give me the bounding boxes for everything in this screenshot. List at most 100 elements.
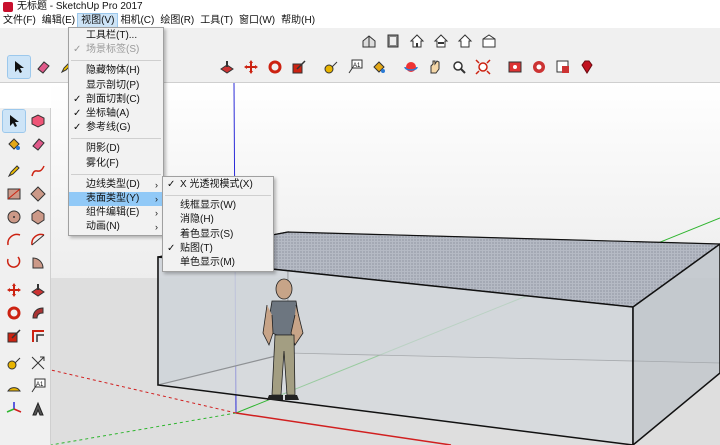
pie-icon[interactable] [27,252,49,274]
menu-item-animation[interactable]: 动画(N) › [69,220,163,234]
toolbar-gap [176,56,182,78]
polygon-icon[interactable] [27,206,49,228]
submenu-item-xray[interactable]: ✓ X 光透视模式(X) [163,178,273,192]
menu-item-label: 消隐(H) [180,214,214,226]
checkmark-icon: ✓ [167,242,176,254]
menu-file[interactable]: 文件(F) [0,14,39,28]
rectangle-icon[interactable] [3,183,25,205]
menu-item-label: 单色显示(M) [180,256,235,268]
scale-icon[interactable] [288,56,310,78]
three-point-arc-icon[interactable] [3,252,25,274]
menu-item-toolbars[interactable]: 工具栏(T)... [69,29,163,43]
menu-window[interactable]: 窗口(W) [236,14,278,28]
menu-item-hidden-geometry[interactable]: 隐藏物体(H) [69,64,163,78]
ruby-icon[interactable] [576,56,598,78]
paint-bucket-icon[interactable] [3,133,25,155]
push-pull-icon[interactable] [27,279,49,301]
menu-item-label: 组件编辑(E) [86,207,140,219]
front-view-icon[interactable] [406,30,428,52]
follow-me-icon[interactable] [27,302,49,324]
menu-item-label: 着色显示(S) [180,228,234,240]
menu-item-fog[interactable]: 雾化(F) [69,157,163,171]
text-icon[interactable]: A1 [344,56,366,78]
checkmark-icon: ✓ [73,122,82,134]
select-icon[interactable] [2,109,26,133]
rotate-icon[interactable] [264,56,286,78]
dimension-icon[interactable] [27,352,49,374]
zoom-icon[interactable] [448,56,470,78]
tape-measure-icon[interactable] [320,56,342,78]
menu-item-section-cuts[interactable]: ✓ 剖面切割(C) [69,93,163,107]
toolbar-gap [192,56,198,78]
eraser-icon[interactable] [27,133,49,155]
right-view-icon[interactable] [430,30,452,52]
menu-item-label: 坐标轴(A) [86,107,130,119]
menu-tools[interactable]: 工具(T) [197,14,236,28]
menu-item-face-style[interactable]: 表面类型(Y) › [69,191,163,207]
menu-item-axes[interactable]: ✓ 坐标轴(A) [69,107,163,121]
line-icon[interactable] [3,160,25,182]
menu-item-guides[interactable]: ✓ 参考线(G) [69,121,163,135]
freehand-icon[interactable] [27,160,49,182]
offset-icon[interactable] [27,325,49,347]
toolbar-gap [184,56,190,78]
menu-camera[interactable]: 相机(C) [117,14,157,28]
text-icon[interactable]: A1 [27,375,49,397]
eraser-icon[interactable] [32,56,54,78]
extension-warehouse-icon[interactable] [552,56,574,78]
submenu-item-wireframe[interactable]: 线框显示(W) [163,199,273,213]
menu-item-section-planes[interactable]: 显示剖切(P) [69,79,163,93]
menu-item-label: 线框显示(W) [180,200,237,212]
chevron-right-icon: › [155,222,158,233]
3d-warehouse-icon[interactable] [528,56,550,78]
paint-bucket-icon[interactable] [368,56,390,78]
select-icon[interactable] [7,55,31,79]
left-toolbar: A1 [0,108,51,445]
iso-view-icon[interactable] [358,30,380,52]
menu-item-label: 剖面切割(C) [86,93,140,105]
menu-item-edge-style[interactable]: 边线类型(D) › [69,178,163,192]
submenu-item-hidden-line[interactable]: 消隐(H) [163,213,273,227]
menu-item-shadows[interactable]: 阴影(D) [69,142,163,156]
scale-icon[interactable] [3,325,25,347]
left-view-icon[interactable] [478,30,500,52]
two-point-arc-icon[interactable] [27,229,49,251]
arc-icon[interactable] [3,229,25,251]
menu-item-label: 边线类型(D) [86,178,140,190]
axes-icon[interactable] [3,398,25,420]
submenu-item-monochrome[interactable]: 单色显示(M) [163,256,273,270]
rotated-rectangle-icon[interactable] [27,183,49,205]
orbit-view-icon[interactable] [400,56,422,78]
pan-icon[interactable] [424,56,446,78]
circle-icon[interactable] [3,206,25,228]
views-toolbar [358,30,500,52]
green-axis-dashed [51,412,237,445]
submenu-item-shaded[interactable]: 着色显示(S) [163,228,273,242]
toolbar-gap [392,56,398,78]
title-bar: 无标题 - SketchUp Pro 2017 [0,0,720,14]
toolbar-gap [208,56,214,78]
menu-view[interactable]: 视图(V) [77,13,119,29]
menu-item-component-edit[interactable]: 组件编辑(E) › [69,206,163,220]
3d-text-icon[interactable] [27,398,49,420]
zoom-extents-icon[interactable] [472,56,494,78]
menu-item-label: 雾化(F) [86,157,119,169]
menu-draw[interactable]: 绘图(R) [157,14,197,28]
tape-measure-icon[interactable] [3,352,25,374]
back-view-icon[interactable] [454,30,476,52]
rotate-icon[interactable] [3,302,25,324]
toolbar-gap [200,56,206,78]
move-icon[interactable] [240,56,262,78]
add-location-icon[interactable] [504,56,526,78]
menu-item-label: 隐藏物体(H) [86,65,140,77]
push-pull-icon[interactable] [216,56,238,78]
top-view-icon[interactable] [382,30,404,52]
make-component-icon[interactable] [27,110,49,132]
menu-item-label: 场景标签(S) [86,44,140,56]
menu-help[interactable]: 帮助(H) [278,14,318,28]
menu-edit[interactable]: 编辑(E) [39,14,78,28]
protractor-icon[interactable] [3,375,25,397]
submenu-item-textured[interactable]: ✓ 贴图(T) [163,242,273,256]
move-icon[interactable] [3,279,25,301]
toolbar-gap [3,348,49,351]
